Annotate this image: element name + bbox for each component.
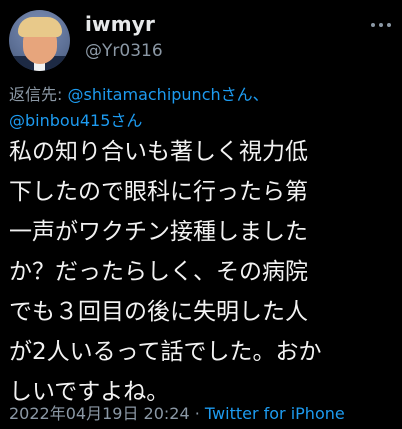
- mention-suffix-1: さん、: [220, 85, 269, 104]
- author-handle[interactable]: @Yr0316: [85, 41, 163, 61]
- tweet-body-line: か？だったらしく、その病院: [9, 259, 308, 285]
- reply-prefix: 返信先:: [9, 85, 68, 104]
- meta-separator: ·: [189, 404, 205, 423]
- author-display-name[interactable]: iwmyr: [85, 12, 155, 36]
- tweet-body-line: が2人いるって話でした。おか: [9, 339, 322, 365]
- source-link[interactable]: Twitter for iPhone: [205, 404, 345, 423]
- avatar-hair: [18, 17, 62, 37]
- tweet-body-line: 私の知り合いも著しく視力低: [9, 139, 308, 165]
- more-horizontal-icon[interactable]: [370, 14, 392, 36]
- tweet-body-line: でも３回目の後に失明した人: [9, 299, 308, 325]
- mention-link-2[interactable]: @binbou415: [9, 111, 110, 130]
- mention-link-1[interactable]: @shitamachipunch: [67, 85, 220, 104]
- avatar[interactable]: [9, 10, 70, 71]
- tweet-body-line: 下したので眼科に行ったら第: [9, 179, 308, 205]
- timestamp[interactable]: 2022年04月19日 20:24: [9, 404, 190, 423]
- mention-suffix-2: さん: [110, 111, 143, 130]
- tweet-meta: 2022年04月19日 20:24 · Twitter for iPhone: [9, 400, 399, 424]
- reply-context: 返信先: @shitamachipunchさん、 @binbou415さん: [9, 82, 394, 134]
- tweet-body: 私の知り合いも著しく視力低 下したので眼科に行ったら第 一声がワクチン接種しまし…: [9, 132, 394, 412]
- tweet-header: iwmyr @Yr0316: [9, 10, 393, 71]
- tweet-body-line: 一声がワクチン接種しました: [9, 219, 308, 245]
